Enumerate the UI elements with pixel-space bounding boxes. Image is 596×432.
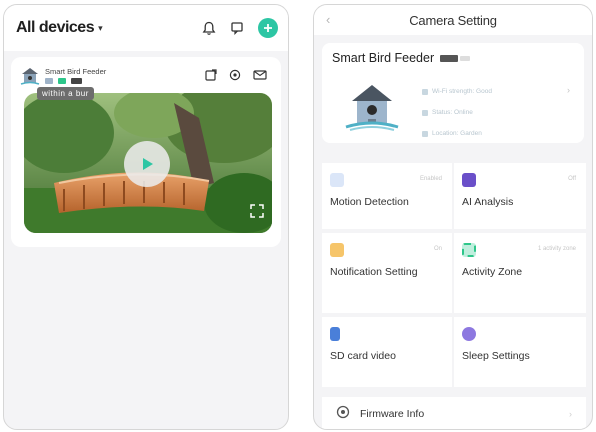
camera-setting-screen: ‹ Camera Setting Smart Bird Feeder Wi-Fi…: [313, 4, 593, 430]
info-location: Location: Garden: [432, 130, 482, 137]
battery-icon: [71, 78, 82, 84]
firmware-icon: [336, 405, 350, 424]
plus-icon: [264, 24, 272, 32]
tile-label: SD card video: [330, 350, 396, 362]
bell-icon[interactable]: [202, 21, 216, 36]
back-icon[interactable]: ‹: [326, 12, 330, 27]
add-device-button[interactable]: [258, 18, 278, 38]
play-button[interactable]: [124, 141, 170, 187]
tile-label: Motion Detection: [330, 196, 409, 208]
wifi-status-icon: [45, 78, 53, 84]
fullscreen-icon[interactable]: [250, 204, 264, 223]
devices-screen: All devices ▾ Smart Bird Feeder within a…: [3, 4, 289, 430]
share-icon[interactable]: [205, 68, 217, 86]
battery-icon: [440, 54, 459, 62]
wifi-icon: [422, 88, 428, 95]
notification-setting-tile[interactable]: On Notification Setting: [322, 233, 454, 317]
camera-setting-header: ‹ Camera Setting: [314, 5, 592, 35]
bird-feeder-thumbnail: [19, 65, 41, 87]
tile-label: AI Analysis: [462, 196, 514, 208]
sd-card-video-tile[interactable]: SD card video: [322, 317, 454, 391]
tooltip: within a bur: [37, 87, 94, 100]
home-selector[interactable]: All devices: [16, 19, 95, 37]
info-status: Status: Online: [432, 109, 473, 116]
ai-analysis-icon: [462, 173, 476, 187]
online-status-icon: [58, 78, 66, 84]
ai-analysis-tile[interactable]: Off AI Analysis: [454, 163, 586, 233]
sleep-settings-tile[interactable]: Sleep Settings: [454, 317, 586, 391]
activity-zone-tile[interactable]: 1 activity zone Activity Zone: [454, 233, 586, 317]
notification-icon: [330, 243, 344, 257]
feature-grid: Enabled Motion Detection Off AI Analysis…: [322, 163, 586, 391]
settings-icon[interactable]: [229, 68, 241, 86]
status-icon: [422, 109, 428, 116]
live-video-preview[interactable]: [24, 93, 272, 233]
chevron-right-icon[interactable]: ›: [567, 85, 570, 95]
location-icon: [422, 130, 428, 137]
bird-feeder-image: [342, 79, 402, 138]
sleep-icon: [462, 327, 476, 341]
motion-detection-status: Enabled: [419, 176, 442, 182]
firmware-label: Firmware Info: [360, 408, 425, 420]
device-info-card[interactable]: Smart Bird Feeder Wi-Fi strength: Good S…: [322, 43, 584, 143]
page-title: Camera Setting: [409, 12, 497, 28]
message-icon[interactable]: [230, 21, 244, 35]
chevron-down-icon[interactable]: ▾: [98, 23, 103, 34]
activity-zone-icon: [462, 243, 476, 257]
mail-icon[interactable]: [253, 68, 267, 86]
firmware-info-row[interactable]: Firmware Info ›: [322, 397, 586, 429]
motion-detection-tile[interactable]: Enabled Motion Detection: [322, 163, 454, 233]
battery-level-icon: [460, 55, 471, 61]
ai-analysis-status: Off: [568, 176, 576, 182]
devices-header: All devices ▾: [4, 5, 288, 51]
device-name: Smart Bird Feeder: [332, 51, 435, 65]
device-name: Smart Bird Feeder: [45, 67, 107, 76]
sd-card-icon: [330, 327, 340, 341]
play-icon: [143, 158, 153, 170]
tile-label: Notification Setting: [330, 266, 418, 278]
device-card[interactable]: Smart Bird Feeder within a bur: [11, 57, 281, 247]
info-wifi: Wi-Fi strength: Good: [432, 88, 492, 95]
motion-icon: [330, 173, 344, 187]
notification-status: On: [433, 246, 442, 252]
tile-label: Activity Zone: [462, 266, 523, 278]
activity-zone-status: 1 activity zone: [537, 246, 576, 252]
tile-label: Sleep Settings: [462, 350, 530, 362]
chevron-right-icon[interactable]: ›: [569, 409, 572, 419]
